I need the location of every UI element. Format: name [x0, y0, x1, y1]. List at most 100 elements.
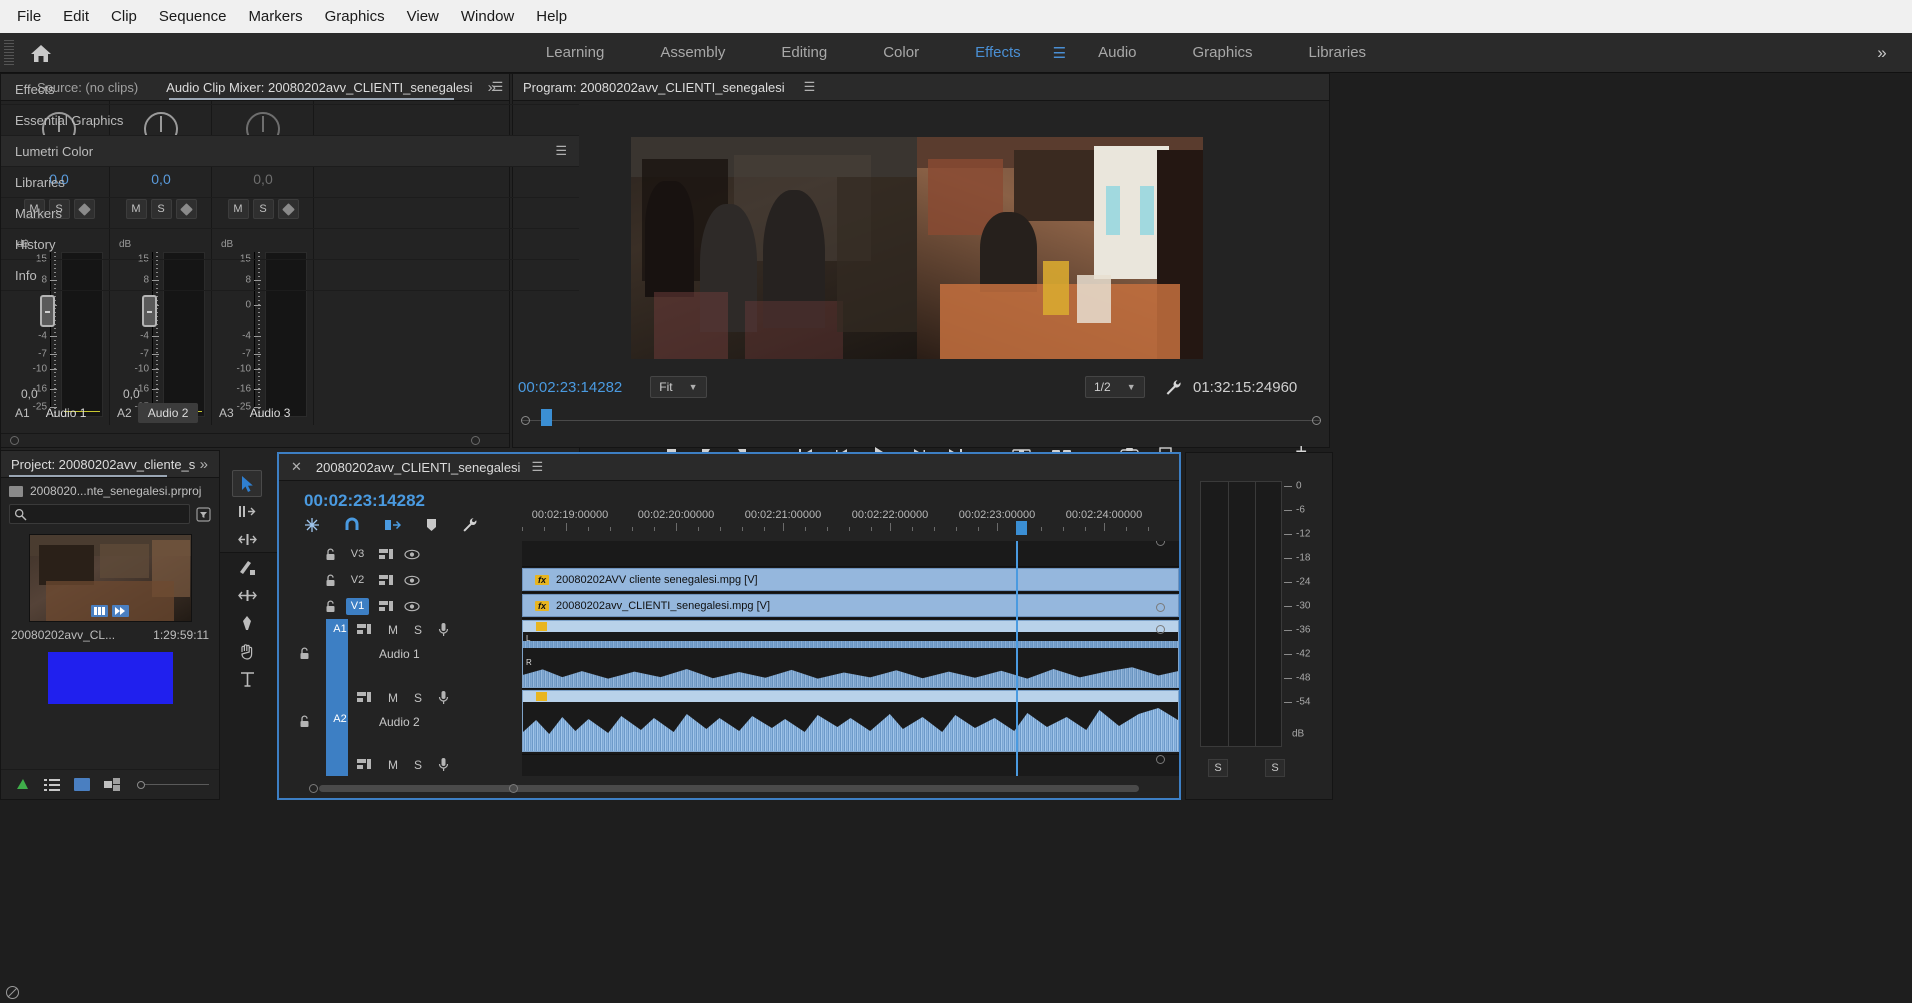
lock-icon[interactable]: [299, 715, 310, 728]
timeline-clip-a1[interactable]: L R: [522, 620, 1179, 688]
close-icon[interactable]: ✕: [279, 459, 310, 475]
volume-fader[interactable]: [142, 294, 157, 327]
selection-tool[interactable]: [232, 470, 262, 497]
workspace-tab-assembly[interactable]: Assembly: [632, 38, 753, 67]
timeline-scrollbar[interactable]: [279, 780, 1179, 798]
track-lane-a1[interactable]: L R: [522, 619, 1179, 689]
menu-window[interactable]: Window: [450, 4, 525, 29]
mixer-track-a3[interactable]: A3 Audio 3: [219, 403, 300, 423]
menu-edit[interactable]: Edit: [52, 4, 100, 29]
lock-icon[interactable]: [325, 547, 336, 561]
track-select-forward-tool[interactable]: [232, 498, 262, 525]
track-resize-handle[interactable]: [1156, 603, 1165, 612]
panel-tab-info[interactable]: Info: [1, 260, 579, 291]
zoom-level-select[interactable]: Fit ▼: [650, 376, 707, 398]
program-current-timecode[interactable]: 00:02:23:14282: [518, 379, 622, 396]
target-icon[interactable]: [379, 600, 394, 613]
project-overflow-button[interactable]: »: [195, 456, 213, 473]
insert-overwrite-icon[interactable]: [384, 517, 401, 533]
zoom-slider[interactable]: [137, 781, 209, 789]
step-icon[interactable]: [112, 605, 129, 617]
mixer-track-name[interactable]: Audio 3: [240, 403, 301, 423]
mic-icon[interactable]: [438, 690, 449, 705]
lock-icon[interactable]: [299, 647, 310, 660]
timeline-panel-menu-icon[interactable]: ☰: [526, 459, 548, 475]
tab-project[interactable]: Project: 20080202avv_cliente_s: [1, 451, 209, 478]
track-lane-v1[interactable]: fx 20080202avv_CLIENTI_senegalesi.mpg [V…: [522, 593, 1179, 619]
wrench-icon[interactable]: [1165, 379, 1182, 396]
timeline-clip-v2[interactable]: fx 20080202AVV cliente senegalesi.mpg [V…: [522, 568, 1179, 591]
filter-icon[interactable]: [196, 506, 211, 522]
timeline-settings-icon[interactable]: [462, 517, 478, 533]
track-header-v3[interactable]: V3: [279, 541, 522, 567]
workspace-tab-editing[interactable]: Editing: [753, 38, 855, 67]
workspace-tab-libraries[interactable]: Libraries: [1281, 38, 1395, 67]
slip-tool[interactable]: [232, 582, 262, 609]
marker-icon[interactable]: [425, 518, 438, 533]
program-video-frame[interactable]: [631, 137, 1203, 359]
solo-button[interactable]: S: [414, 623, 422, 637]
lock-icon[interactable]: [325, 599, 336, 613]
mic-icon[interactable]: [438, 622, 449, 637]
workspace-tab-learning[interactable]: Learning: [518, 38, 632, 67]
workspace-overflow-button[interactable]: »: [1852, 43, 1912, 63]
eye-icon[interactable]: [404, 549, 420, 560]
track-name-v2[interactable]: V2: [346, 572, 369, 589]
mixer-track-name[interactable]: Audio 1: [36, 403, 97, 423]
project-color-matte-thumbnail[interactable]: [47, 652, 173, 704]
razor-tool[interactable]: [232, 554, 262, 581]
mute-button[interactable]: M: [388, 691, 398, 705]
search-input[interactable]: [9, 504, 190, 524]
audio-meter-display[interactable]: [1200, 481, 1282, 747]
mute-button[interactable]: M: [388, 758, 398, 772]
target-icon[interactable]: [379, 574, 394, 587]
menu-sequence[interactable]: Sequence: [148, 4, 238, 29]
panel-tab-effects[interactable]: Effects: [1, 74, 579, 105]
grid-icon[interactable]: [91, 605, 108, 617]
track-header-v2[interactable]: V2: [279, 567, 522, 593]
program-time-ruler[interactable]: [521, 409, 1321, 426]
timeline-playhead[interactable]: [1016, 541, 1018, 776]
icon-view-icon[interactable]: [74, 778, 90, 791]
list-view-icon[interactable]: [44, 778, 60, 791]
menu-file[interactable]: File: [6, 4, 52, 29]
mic-icon[interactable]: [438, 757, 449, 772]
track-name-a1[interactable]: A1: [333, 623, 346, 635]
track-lane-v2[interactable]: fx 20080202AVV cliente senegalesi.mpg [V…: [522, 567, 1179, 593]
meter-solo-right-button[interactable]: S: [1265, 759, 1285, 777]
snap-icon[interactable]: [344, 517, 360, 533]
timeline-clip-v1[interactable]: fx 20080202avv_CLIENTI_senegalesi.mpg [V…: [522, 594, 1179, 617]
target-icon[interactable]: [379, 548, 394, 561]
type-tool[interactable]: [232, 666, 262, 693]
mixer-track-a1[interactable]: A1 Audio 1: [15, 403, 96, 423]
workspace-tab-color[interactable]: Color: [855, 38, 947, 67]
target-icon[interactable]: [357, 758, 372, 771]
meter-solo-left-button[interactable]: S: [1208, 759, 1228, 777]
menu-view[interactable]: View: [396, 4, 450, 29]
gain-value-a2[interactable]: 0,0: [123, 387, 140, 401]
workspace-tab-graphics[interactable]: Graphics: [1165, 38, 1281, 67]
workspace-tab-audio[interactable]: Audio: [1070, 38, 1164, 67]
mixer-track-name[interactable]: Audio 2: [137, 403, 199, 423]
playback-resolution-select[interactable]: 1/2 ▼: [1085, 376, 1145, 398]
program-duration-timecode[interactable]: 01:32:15:24960: [1193, 379, 1297, 396]
thumbnail-controls[interactable]: [91, 605, 129, 617]
panel-tab-markers[interactable]: Markers: [1, 198, 579, 229]
timeline-ruler[interactable]: 00:02:19:00000 00:02:20:00000 00:02:21:0…: [522, 481, 1179, 541]
mute-button[interactable]: M: [388, 623, 398, 637]
solo-button[interactable]: S: [414, 758, 422, 772]
timeline-playhead-handle[interactable]: [1016, 521, 1027, 535]
panel-tab-lumetri-color[interactable]: Lumetri Color ☰: [1, 136, 579, 167]
panel-tab-essential-graphics[interactable]: Essential Graphics: [1, 105, 579, 136]
volume-fader[interactable]: [40, 294, 55, 327]
project-clip-name[interactable]: 20080202avv_CL...: [11, 628, 115, 642]
track-header-a3[interactable]: M S: [279, 755, 522, 776]
program-panel-menu-icon[interactable]: ☰: [799, 79, 821, 95]
mixer-scrollbar[interactable]: [1, 433, 509, 447]
track-name-v1[interactable]: V1: [346, 597, 369, 615]
hand-tool[interactable]: [232, 638, 262, 665]
hamburger-icon[interactable]: ☰: [1049, 44, 1070, 62]
menu-clip[interactable]: Clip: [100, 4, 148, 29]
project-file-row[interactable]: 2008020...nte_senegalesi.prproj: [1, 478, 219, 504]
hamburger-icon[interactable]: ☰: [555, 143, 567, 159]
